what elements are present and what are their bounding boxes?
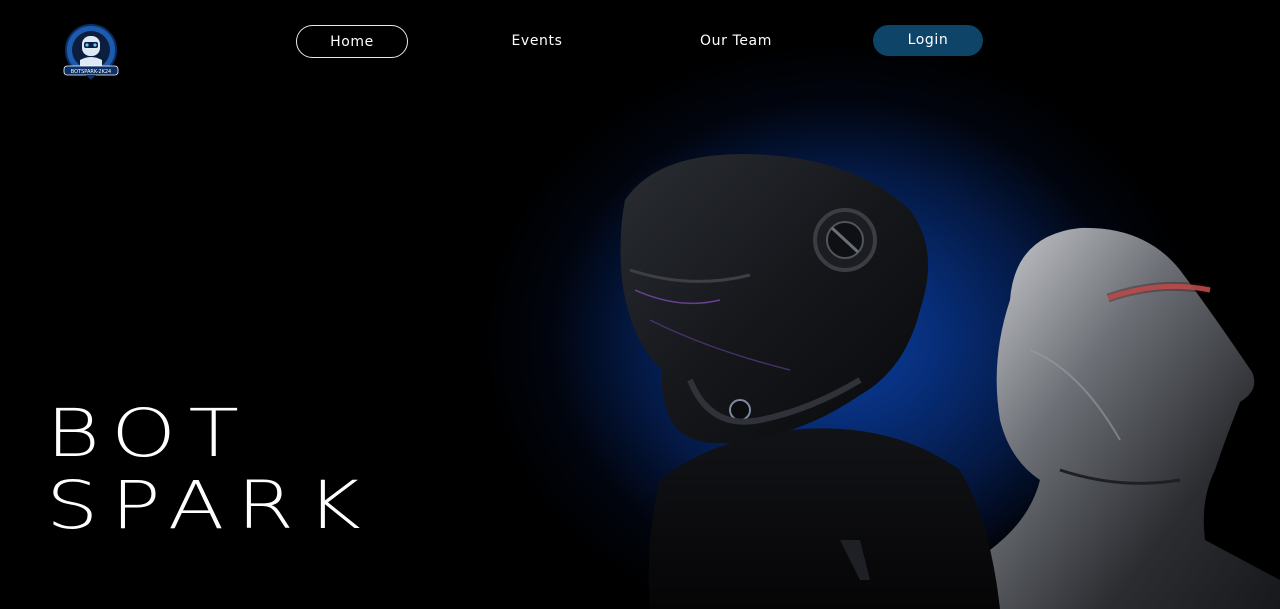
hero-title-line-2: SPARK: [46, 467, 374, 544]
hero-title: BOT SPARK: [46, 398, 373, 542]
nav-events-link[interactable]: Events: [497, 25, 577, 58]
helmet-robots-illustration-icon: [560, 140, 1280, 609]
nav-home-link[interactable]: Home: [296, 25, 408, 58]
hero-title-line-1: BOT: [46, 395, 252, 472]
botspark-robot-logo-icon[interactable]: BOTSPARK-2K24: [62, 24, 120, 82]
login-button[interactable]: Login: [873, 25, 983, 56]
nav-our-team-link[interactable]: Our Team: [690, 25, 782, 58]
logo-text: BOTSPARK-2K24: [71, 69, 111, 75]
top-navbar: BOTSPARK-2K24 Home Events Our Team Login: [0, 0, 1280, 90]
